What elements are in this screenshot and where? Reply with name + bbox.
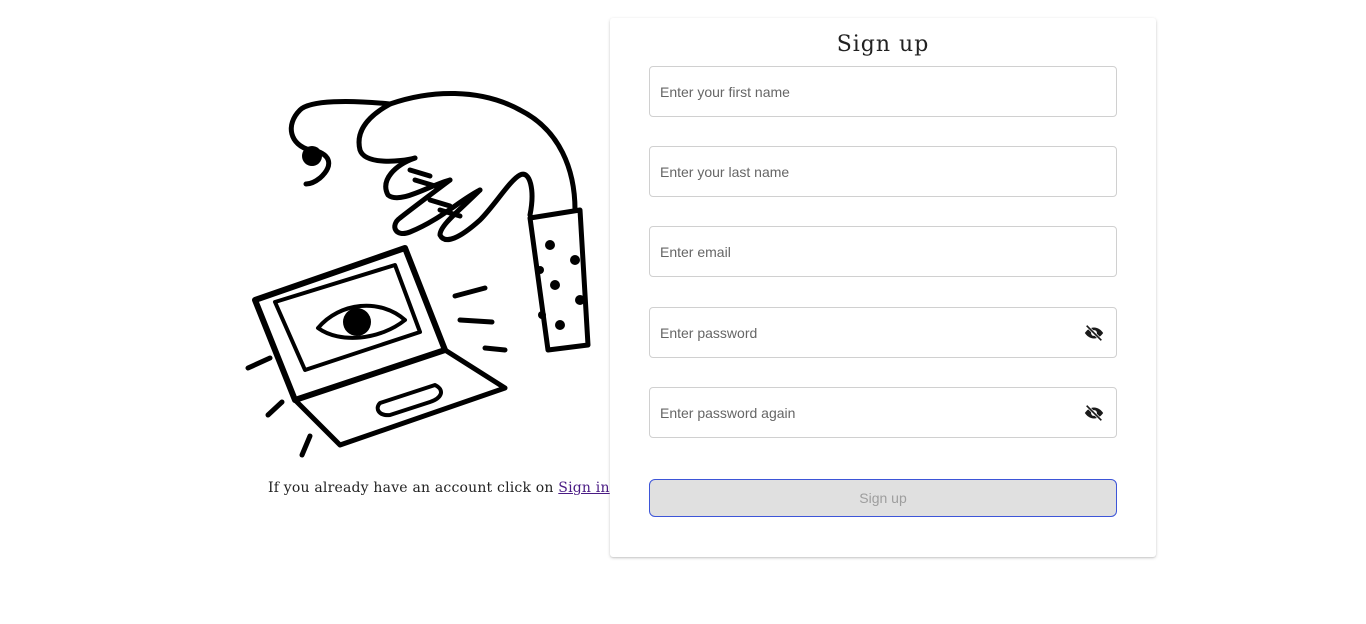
email-field[interactable] (649, 226, 1117, 277)
signup-button[interactable]: Sign up (649, 479, 1117, 517)
email-input[interactable] (660, 243, 1106, 260)
signup-card: Sign up Sign up (610, 18, 1156, 557)
eye-off-icon[interactable] (1082, 321, 1106, 345)
eye-off-icon[interactable] (1082, 401, 1106, 425)
first-name-field[interactable] (649, 66, 1117, 117)
page-title: Sign up (836, 32, 930, 57)
password-field[interactable] (649, 307, 1117, 358)
password-again-field[interactable] (649, 387, 1117, 438)
hand-laptop-illustration (245, 91, 591, 458)
password-input[interactable] (660, 324, 1082, 341)
signin-prompt: If you already have an account click on … (268, 480, 610, 496)
password-again-input[interactable] (660, 404, 1082, 421)
signin-prompt-text: If you already have an account click on (268, 480, 559, 496)
last-name-field[interactable] (649, 146, 1117, 197)
first-name-input[interactable] (660, 83, 1106, 100)
signin-link[interactable]: Sign in (558, 480, 609, 496)
last-name-input[interactable] (660, 163, 1106, 180)
